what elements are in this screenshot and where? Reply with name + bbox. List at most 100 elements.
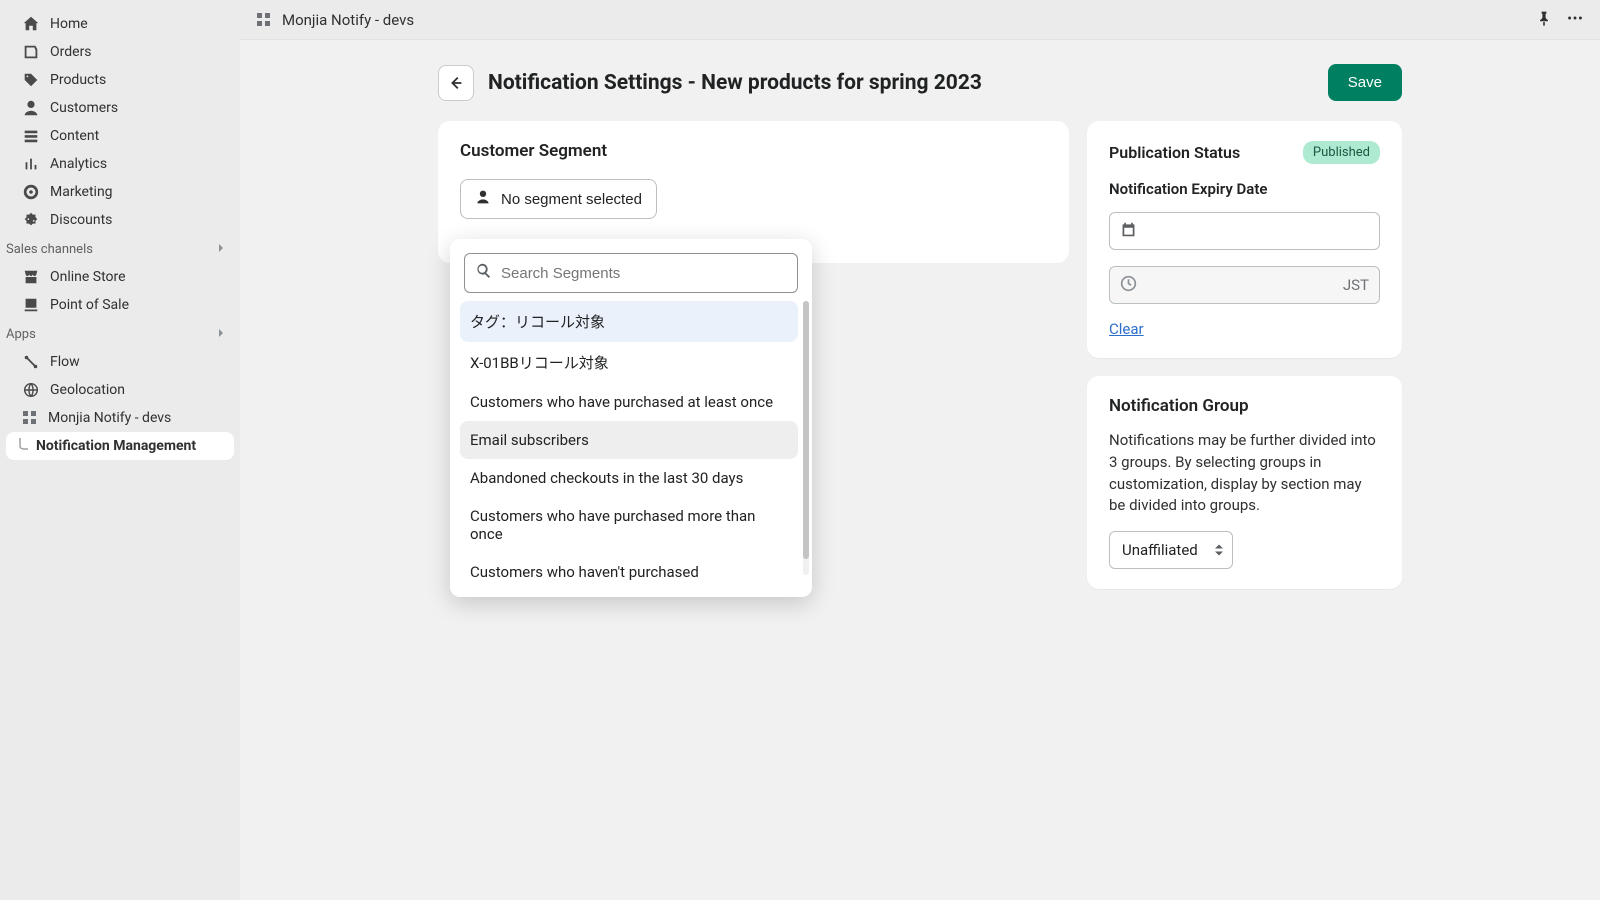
section-label: Sales channels — [6, 242, 93, 257]
app-title: Monjia Notify - devs — [282, 11, 414, 29]
segment-select-button[interactable]: No segment selected — [460, 179, 657, 219]
customers-icon — [22, 99, 40, 117]
nav-orders[interactable]: Orders — [6, 38, 234, 66]
content: Notification Settings - New products for… — [240, 40, 1600, 900]
expiry-label: Notification Expiry Date — [1109, 180, 1380, 198]
segment-button-label: No segment selected — [501, 191, 642, 208]
app-monjia-notify[interactable]: Monjia Notify - devs — [6, 404, 234, 432]
flow-icon — [22, 353, 40, 371]
nav-label: Products — [50, 72, 106, 88]
nav-label: Customers — [50, 100, 118, 116]
segment-option[interactable]: Email subscribers — [460, 421, 798, 459]
segment-option[interactable]: Customers who haven't purchased — [460, 553, 798, 591]
segment-option[interactable]: タグ：リコール対象 — [460, 301, 798, 342]
more-icon[interactable] — [1566, 9, 1584, 31]
pos-icon — [22, 296, 40, 314]
segment-search-input[interactable] — [501, 265, 787, 282]
nav-label: Analytics — [50, 156, 107, 172]
analytics-icon — [22, 155, 40, 173]
nav-label: Monjia Notify - devs — [48, 410, 171, 426]
group-select[interactable]: Unaffiliated — [1109, 531, 1233, 569]
expiry-date-input[interactable] — [1109, 212, 1380, 250]
card-title: Customer Segment — [460, 141, 1047, 161]
nav-marketing[interactable]: Marketing — [6, 178, 234, 206]
nav-label: Flow — [50, 354, 80, 370]
nav-content[interactable]: Content — [6, 122, 234, 150]
home-icon — [22, 15, 40, 33]
products-icon — [22, 71, 40, 89]
nav-label: Online Store — [50, 269, 126, 285]
discounts-icon — [22, 211, 40, 229]
segment-option[interactable]: X-01BBリコール対象 — [460, 342, 798, 383]
channel-online-store[interactable]: Online Store — [6, 263, 234, 291]
topbar-left: Monjia Notify - devs — [256, 11, 414, 29]
store-icon — [22, 268, 40, 286]
page-title: Notification Settings - New products for… — [488, 71, 982, 95]
apps-grid-icon — [22, 410, 38, 426]
back-button[interactable] — [438, 65, 474, 101]
section-label: Apps — [6, 327, 36, 342]
page-header: Notification Settings - New products for… — [438, 64, 1402, 101]
nav-label: Content — [50, 128, 99, 144]
topbar-right — [1536, 9, 1584, 31]
sales-channels-header[interactable]: Sales channels — [0, 234, 240, 263]
nav-label: Geolocation — [50, 382, 125, 398]
publication-status-card: Publication Status Published Notificatio… — [1087, 121, 1402, 358]
sub-label: Notification Management — [36, 438, 196, 454]
calendar-icon — [1120, 221, 1137, 242]
save-button[interactable]: Save — [1328, 64, 1402, 101]
topbar: Monjia Notify - devs — [240, 0, 1600, 40]
search-icon — [475, 262, 493, 284]
nav-discounts[interactable]: Discounts — [6, 206, 234, 234]
status-badge: Published — [1303, 141, 1380, 164]
nav-label: Orders — [50, 44, 92, 60]
globe-icon — [22, 381, 40, 399]
scrollbar[interactable] — [803, 301, 809, 575]
nav-label: Marketing — [50, 184, 113, 200]
sidebar: Home Orders Products Customers Content A… — [0, 0, 240, 900]
segment-option-list: タグ：リコール対象 X-01BBリコール対象 Customers who hav… — [458, 301, 804, 597]
segment-popover: タグ：リコール対象 X-01BBリコール対象 Customers who hav… — [450, 239, 812, 597]
orders-icon — [22, 43, 40, 61]
main: Monjia Notify - devs Notification Settin… — [240, 0, 1600, 900]
select-updown-icon — [1215, 545, 1223, 556]
content-icon — [22, 127, 40, 145]
card-title: Notification Group — [1109, 396, 1380, 416]
group-selected-label: Unaffiliated — [1122, 541, 1198, 559]
sub-notification-management[interactable]: Notification Management — [6, 432, 234, 460]
marketing-icon — [22, 183, 40, 201]
show-more-link[interactable]: Show More — [458, 591, 800, 597]
channel-pos[interactable]: Point of Sale — [6, 291, 234, 319]
nav-home[interactable]: Home — [6, 10, 234, 38]
expiry-time-input[interactable]: JST — [1109, 266, 1380, 304]
apps-header[interactable]: Apps — [0, 319, 240, 348]
apps-grid-icon — [256, 12, 272, 28]
branch-icon — [18, 438, 30, 456]
status-label: Publication Status — [1109, 143, 1240, 162]
segment-option[interactable]: Customers who have purchased more than o… — [460, 497, 798, 553]
nav-label: Home — [50, 16, 88, 32]
person-icon — [475, 189, 491, 209]
scroll-thumb[interactable] — [803, 301, 809, 559]
right-column: Publication Status Published Notificatio… — [1087, 121, 1402, 607]
nav-label: Point of Sale — [50, 297, 129, 313]
nav-customers[interactable]: Customers — [6, 94, 234, 122]
nav-label: Discounts — [50, 212, 112, 228]
nav-products[interactable]: Products — [6, 66, 234, 94]
segment-option[interactable]: Abandoned checkouts in the last 30 days — [460, 459, 798, 497]
nav-analytics[interactable]: Analytics — [6, 150, 234, 178]
group-description: Notifications may be further divided int… — [1109, 430, 1380, 517]
search-input-wrap[interactable] — [464, 253, 798, 293]
app-geolocation[interactable]: Geolocation — [6, 376, 234, 404]
chevron-right-icon — [216, 327, 226, 342]
arrow-left-icon — [447, 74, 465, 92]
pin-icon[interactable] — [1536, 10, 1552, 30]
notification-group-card: Notification Group Notifications may be … — [1087, 376, 1402, 589]
clock-icon — [1120, 275, 1137, 296]
clear-link[interactable]: Clear — [1109, 320, 1144, 338]
app-flow[interactable]: Flow — [6, 348, 234, 376]
chevron-right-icon — [216, 242, 226, 257]
segment-option[interactable]: Customers who have purchased at least on… — [460, 383, 798, 421]
tz-label: JST — [1343, 276, 1369, 294]
left-column: Customer Segment No segment selected — [438, 121, 1069, 607]
